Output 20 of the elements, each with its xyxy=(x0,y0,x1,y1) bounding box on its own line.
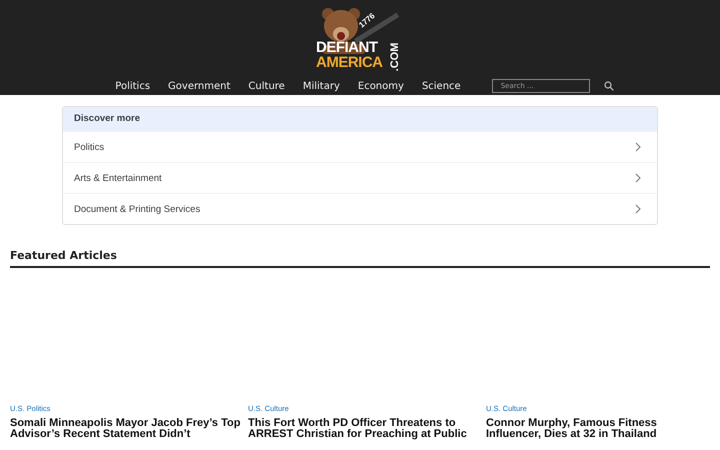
article-title[interactable]: This Fort Worth PD Officer Threatens to ARREST Christian for Preaching at Public xyxy=(248,418,480,440)
discover-item[interactable]: Politics xyxy=(63,131,657,162)
chevron-right-icon xyxy=(635,142,641,152)
nav-link[interactable]: Government xyxy=(159,80,240,92)
discover-item[interactable]: Arts & Entertainment xyxy=(63,162,657,193)
discover-title: Discover more xyxy=(63,107,657,131)
article-title[interactable]: Somali Minneapolis Mayor Jacob Frey’s Top Advisor’s Recent Statement Didn’t xyxy=(10,418,242,440)
nav-link[interactable]: Culture xyxy=(239,80,294,92)
nav-link[interactable]: Economy xyxy=(348,80,413,92)
chevron-right-icon xyxy=(635,204,641,214)
logo-wordmark: AMERICA xyxy=(316,55,382,70)
nav-link[interactable]: Military xyxy=(294,80,349,92)
nav-link[interactable]: Politics xyxy=(106,80,160,92)
logo-wordmark: DEFIANT xyxy=(316,40,379,55)
section-heading: Featured Articles xyxy=(10,249,710,268)
chevron-right-icon xyxy=(635,173,641,183)
discover-item[interactable]: Document & Printing Services xyxy=(63,193,657,224)
article-title[interactable]: Connor Murphy, Famous Fitness Influencer, Dies at 32 in Thailand xyxy=(486,418,708,440)
nav-link[interactable]: Science xyxy=(412,80,470,92)
search-icon[interactable] xyxy=(604,81,614,91)
